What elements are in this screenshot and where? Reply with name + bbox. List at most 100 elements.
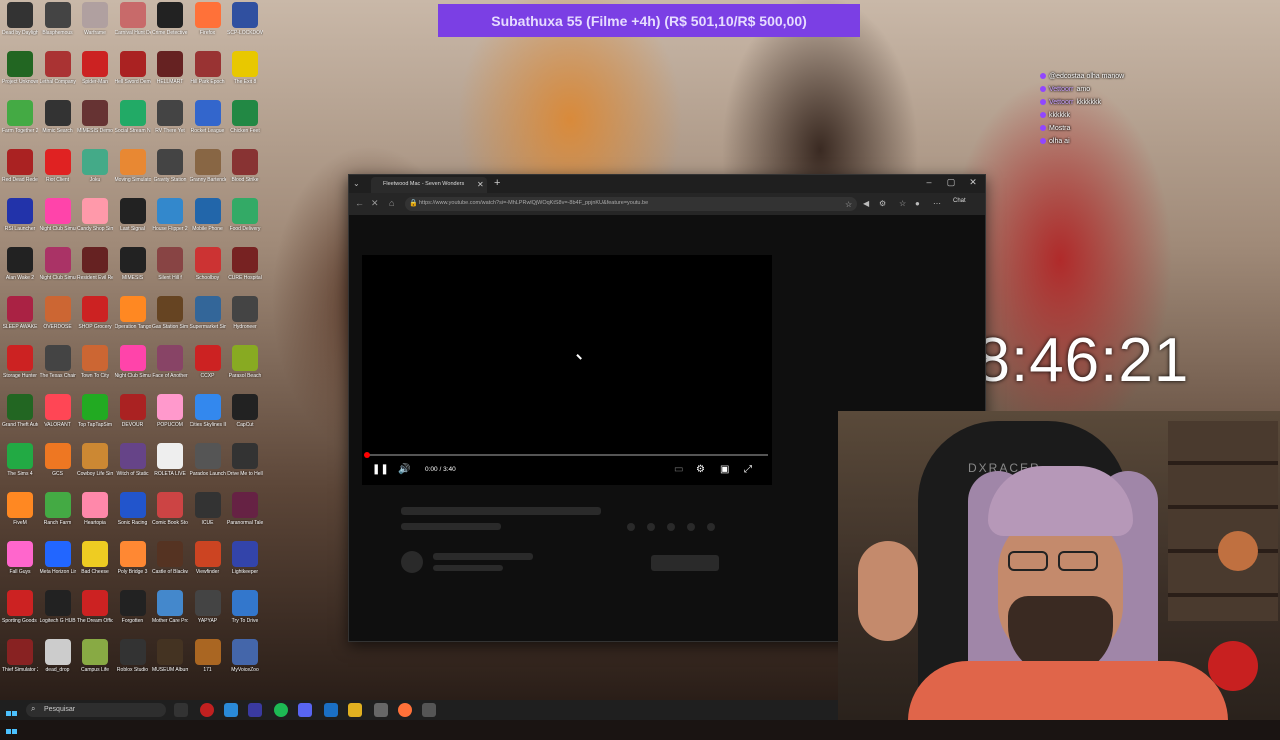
desktop-icon[interactable]: Rocket League — [190, 100, 226, 144]
close-tab-icon[interactable]: ✕ — [477, 180, 484, 189]
theater-mode-icon[interactable]: ▣ — [720, 464, 729, 475]
desktop-icon[interactable]: Lethal Company — [40, 51, 76, 95]
favorites-icon[interactable]: ☆ — [899, 199, 906, 208]
desktop-icon[interactable]: Silent Hill f — [152, 247, 188, 291]
minimize-button[interactable]: – — [921, 177, 937, 187]
desktop-icon[interactable]: VALORANT — [40, 394, 76, 438]
desktop-icon[interactable]: Night Club Simulator — [40, 247, 76, 291]
task-view-icon[interactable] — [174, 703, 188, 717]
desktop-icon[interactable]: Sporting Goods Shop — [2, 590, 38, 634]
favorite-star-icon[interactable]: ☆ — [845, 200, 852, 209]
desktop-icon[interactable]: Lightkeeper — [227, 541, 263, 585]
opera-icon[interactable] — [200, 703, 214, 717]
desktop-icon[interactable]: Mobile Phone — [190, 198, 226, 242]
obs-icon[interactable] — [248, 703, 262, 717]
desktop-icon[interactable]: Red Dead Redemption — [2, 149, 38, 193]
desktop-icon[interactable]: Candy Shop Simulator — [77, 198, 113, 242]
desktop-icon[interactable]: Mimic Search — [40, 100, 76, 144]
desktop-icon[interactable]: CCXP — [190, 345, 226, 389]
tab-actions-icon[interactable]: ⌄ — [353, 179, 363, 189]
desktop-icon[interactable]: Bad Cheese — [77, 541, 113, 585]
windows-start-icon[interactable] — [6, 704, 18, 734]
desktop-icon[interactable]: SHOP Grocery — [77, 296, 113, 340]
desktop-icon[interactable]: MyVoiceZoo — [227, 639, 263, 683]
desktop-icon[interactable]: Witch of Static — [115, 443, 151, 487]
desktop-icon[interactable]: Viewfinder — [190, 541, 226, 585]
desktop-icon[interactable]: Chicken Feet — [227, 100, 263, 144]
desktop-icon[interactable]: Gas Station Simulator — [152, 296, 188, 340]
desktop-icon[interactable]: Roblox Studio — [115, 639, 151, 683]
taskbar-search[interactable]: ⌕ Pesquisar — [26, 703, 166, 717]
desktop-icon[interactable]: SCP-LOCKDOWN — [227, 2, 263, 46]
desktop-icon[interactable]: Farm Together 2 — [2, 100, 38, 144]
desktop-icon[interactable]: Moving Simulator — [115, 149, 151, 193]
desktop-icon[interactable]: 171 — [190, 639, 226, 683]
steam-icon[interactable] — [324, 703, 338, 717]
desktop-icon[interactable]: Carnival Hunt Demo — [115, 2, 151, 46]
desktop-icon[interactable]: Thief Simulator 2 — [2, 639, 38, 683]
app-icon-2[interactable] — [422, 703, 436, 717]
browser-titlebar[interactable]: ⌄ Fleetwood Mac - Seven Wonders ✕ + – ▢ … — [349, 175, 985, 193]
desktop-icon[interactable]: Crime Detective R — [152, 2, 188, 46]
desktop-icon[interactable]: Gravity Station — [152, 149, 188, 193]
desktop-icon[interactable]: Try To Drive — [227, 590, 263, 634]
desktop-icon[interactable]: The Exit 8 — [227, 51, 263, 95]
desktop-icon[interactable]: Food Delivery — [227, 198, 263, 242]
desktop-icon[interactable]: POPUCOM — [152, 394, 188, 438]
desktop-icon[interactable]: MUSEUM Album — [152, 639, 188, 683]
desktop-icon[interactable]: Last Signal — [115, 198, 151, 242]
desktop-icon[interactable]: The Dream Office — [77, 590, 113, 634]
desktop-icon[interactable]: Mother Care Pro — [152, 590, 188, 634]
desktop-icon[interactable]: Dead by Daylight — [2, 2, 38, 46]
copilot-chat-button[interactable]: Chat — [953, 198, 966, 204]
desktop-icon[interactable]: Project Unknown — [2, 51, 38, 95]
file-explorer-icon[interactable] — [348, 703, 362, 717]
desktop-icon[interactable]: Storage Hunter — [2, 345, 38, 389]
desktop-icon[interactable]: ICUE — [190, 492, 226, 536]
lock-icon[interactable]: 🔒 — [409, 199, 418, 207]
desktop-icon[interactable]: Sonic Racing — [115, 492, 151, 536]
desktop-icon[interactable]: Top TapTapSim — [77, 394, 113, 438]
desktop-icon[interactable]: Blood Strike — [227, 149, 263, 193]
profile-avatar-icon[interactable]: ● — [915, 199, 920, 208]
desktop-icon[interactable]: Blasphemous — [40, 2, 76, 46]
desktop-icon[interactable]: Meta Horizon Link — [40, 541, 76, 585]
fullscreen-icon[interactable]: ⤢ — [744, 464, 752, 475]
desktop-icon[interactable]: Poly Bridge 3 — [115, 541, 151, 585]
desktop-icon[interactable]: Heartopia — [77, 492, 113, 536]
read-aloud-icon[interactable]: ◀ — [863, 199, 869, 208]
desktop-icon[interactable]: Granny Bartender — [190, 149, 226, 193]
progress-scrubber[interactable] — [364, 452, 370, 458]
desktop-icon[interactable]: CURE Hospital — [227, 247, 263, 291]
desktop-icon[interactable]: Logitech G HUB — [40, 590, 76, 634]
desktop-icon[interactable]: Spider-Man — [77, 51, 113, 95]
desktop-icon[interactable]: RV There Yet — [152, 100, 188, 144]
desktop-icon[interactable]: Supermarket Simulator — [190, 296, 226, 340]
edge-icon[interactable] — [224, 703, 238, 717]
desktop-icon[interactable]: Campus Life — [77, 639, 113, 683]
desktop-icon[interactable]: RSI Launcher — [2, 198, 38, 242]
desktop-icon[interactable]: MIMESIS Demo — [77, 100, 113, 144]
desktop-icon[interactable]: Resident Evil Requiem — [77, 247, 113, 291]
spotify-icon[interactable] — [274, 703, 288, 717]
desktop-icon[interactable]: GCS — [40, 443, 76, 487]
desktop-icon[interactable]: OVERDOSE — [40, 296, 76, 340]
desktop-icon[interactable]: Night Club Simulator — [115, 345, 151, 389]
desktop-icon[interactable]: YAPYAP — [190, 590, 226, 634]
maximize-button[interactable]: ▢ — [943, 177, 959, 188]
desktop-icon[interactable]: Alan Wake 2 — [2, 247, 38, 291]
desktop-icon[interactable]: HELLMART — [152, 51, 188, 95]
desktop-icon[interactable]: Hell Sword Demo — [115, 51, 151, 95]
desktop-icon[interactable]: ROLETA LIVE — [152, 443, 188, 487]
desktop-icon[interactable]: Paradox Launcher v2 — [190, 443, 226, 487]
desktop-icon[interactable]: Parasol Beach — [227, 345, 263, 389]
new-tab-button[interactable]: + — [494, 177, 500, 189]
desktop-icon[interactable]: The Texas Chain Saw — [40, 345, 76, 389]
desktop-icon[interactable]: Joku — [77, 149, 113, 193]
desktop-icon[interactable]: Comic Book Store — [152, 492, 188, 536]
desktop-icon[interactable]: Fall Guys — [2, 541, 38, 585]
extensions-icon[interactable]: ⚙ — [879, 199, 886, 208]
desktop-icon[interactable]: Cowboy Life Simulator — [77, 443, 113, 487]
desktop-icon[interactable]: DEVOUR — [115, 394, 151, 438]
desktop-icon[interactable]: Night Club Simulator — [40, 198, 76, 242]
